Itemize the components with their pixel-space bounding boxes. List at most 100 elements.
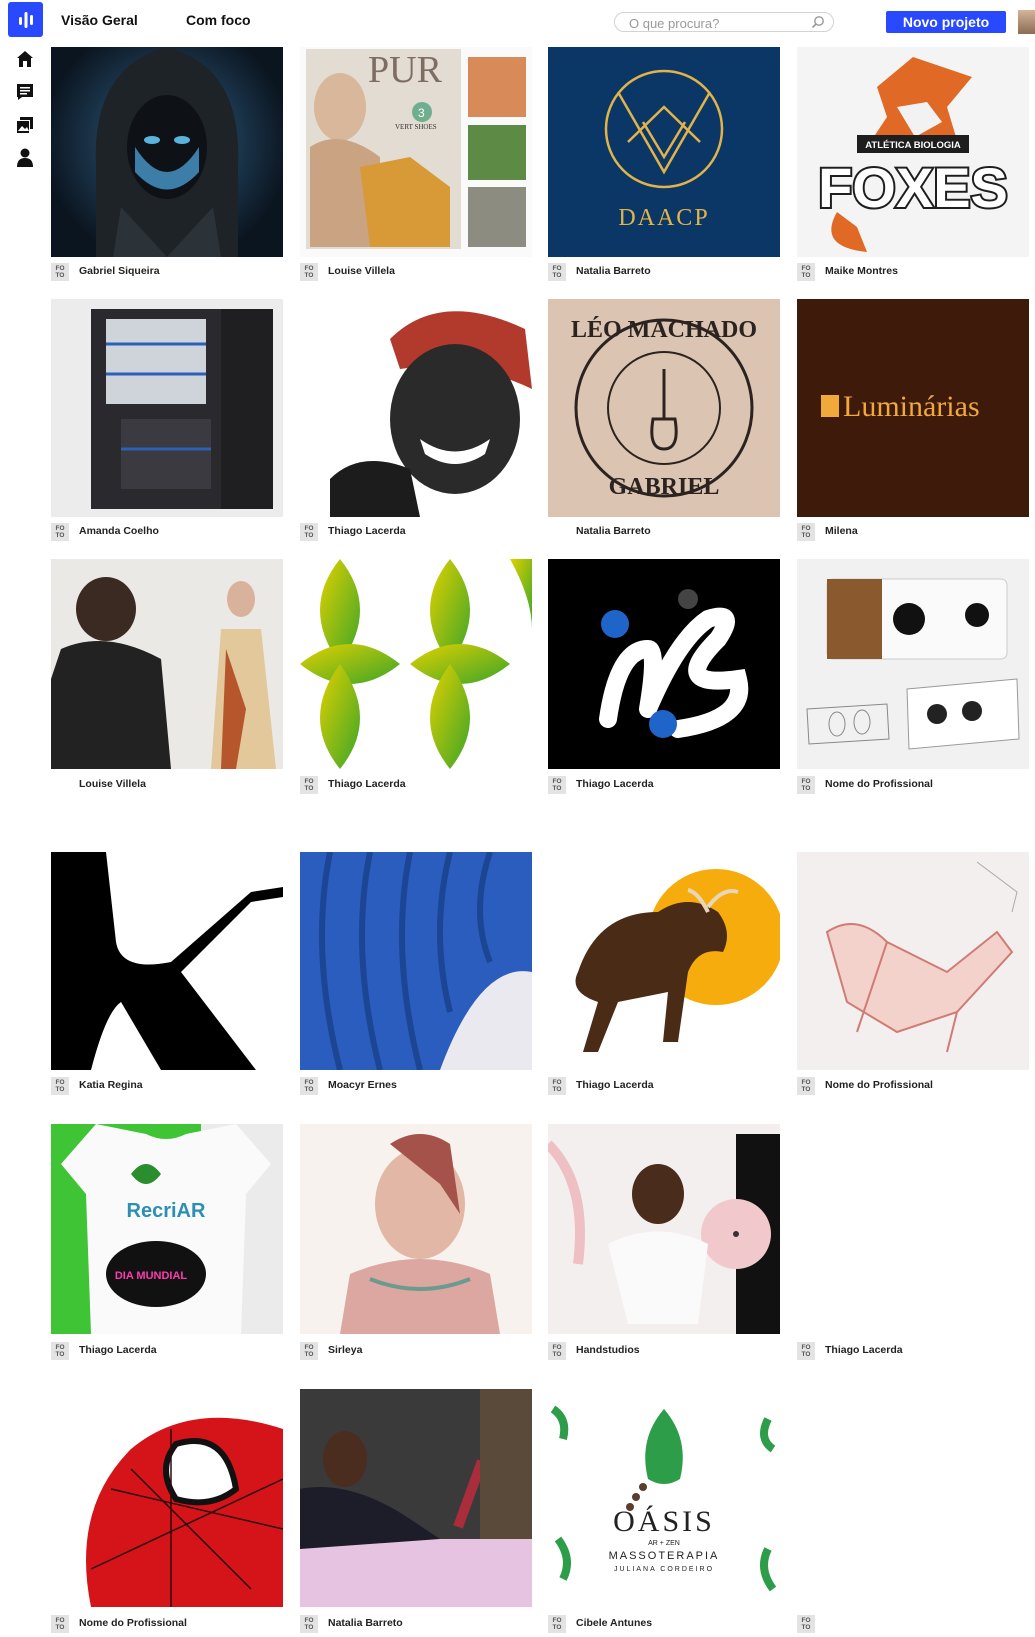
project-thumbnail[interactable] — [300, 852, 532, 1070]
author-name[interactable]: Katia Regina — [79, 1079, 143, 1091]
author-name[interactable]: Milena — [825, 525, 858, 537]
foto-badge: FO TO — [797, 1342, 815, 1360]
logo-bars-icon — [18, 11, 33, 28]
author-name[interactable]: Sirleya — [328, 1344, 362, 1356]
project-thumbnail[interactable]: PUR 3 VERT SHOES — [300, 47, 532, 257]
ns-logo-illustration — [599, 589, 749, 738]
foto-badge: FO TO — [51, 1615, 69, 1633]
project-thumbnail[interactable] — [51, 47, 283, 257]
photoshoot-illustration — [51, 577, 276, 769]
foto-badge: FO TO — [548, 776, 566, 794]
author-name[interactable]: Thiago Lacerda — [328, 778, 406, 790]
image-text: ATLÉTICA BIOLOGIA — [865, 140, 961, 151]
project-thumbnail[interactable] — [300, 1389, 532, 1607]
tshirt-mockup-illustration: RecriAR DIA MUNDIAL — [51, 1124, 271, 1334]
nav-visao-geral[interactable]: Visão Geral — [61, 12, 138, 28]
project-thumbnail[interactable]: Luminárias — [797, 299, 1029, 517]
author-name[interactable]: Gabriel Siqueira — [79, 265, 160, 277]
author-name[interactable]: Natalia Barreto — [576, 525, 651, 537]
nav-com-foco[interactable]: Com foco — [186, 12, 251, 28]
blue-layers-illustration — [300, 852, 532, 1070]
project-thumbnail[interactable]: RecriAR DIA MUNDIAL — [51, 1124, 283, 1334]
foto-badge: FO TO — [548, 1615, 566, 1633]
foto-badge: FO TO — [797, 523, 815, 541]
image-text: RecriAR — [127, 1200, 206, 1222]
luminarias-logo-illustration: Luminárias — [821, 390, 980, 423]
speaker-render-illustration — [806, 578, 1020, 750]
image-text: GABRIEL — [609, 474, 720, 500]
author-name[interactable]: Amanda Coelho — [79, 525, 159, 537]
foto-badge: FO TO — [548, 263, 566, 281]
project-thumbnail[interactable] — [548, 1124, 780, 1334]
project-thumbnail[interactable] — [51, 1389, 283, 1607]
svg-text:DIA MUNDIAL: DIA MUNDIAL — [115, 1270, 188, 1282]
foto-badge: FO TO — [51, 1342, 69, 1360]
search-icon[interactable] — [811, 15, 825, 34]
chair-sketch-illustration — [825, 861, 1018, 1053]
author-name[interactable]: Thiago Lacerda — [825, 1344, 903, 1356]
feed-icon[interactable] — [15, 82, 35, 102]
svg-text:VERT SHOES: VERT SHOES — [395, 123, 437, 131]
author-name[interactable]: Natalia Barreto — [328, 1617, 403, 1629]
project-thumbnail[interactable] — [548, 852, 780, 1070]
image-text: FOXES — [818, 156, 1008, 219]
svg-text:3: 3 — [418, 106, 425, 120]
project-thumbnail[interactable] — [797, 852, 1029, 1070]
foto-badge: FO TO — [300, 523, 318, 541]
search-input[interactable] — [627, 13, 811, 33]
oasis-logo-illustration: OÁSIS AR + ZEN MASSOTERAPIA JULIANA CORD… — [550, 1405, 777, 1592]
image-text: OÁSIS — [613, 1505, 715, 1538]
author-name[interactable]: Louise Villela — [79, 778, 146, 790]
author-name[interactable]: Thiago Lacerda — [328, 525, 406, 537]
foto-badge: FO TO — [797, 1615, 815, 1633]
project-thumbnail[interactable] — [300, 299, 532, 517]
project-thumbnail[interactable] — [51, 299, 283, 517]
foto-badge: FO TO — [300, 776, 318, 794]
app-logo[interactable] — [8, 2, 43, 37]
project-thumbnail[interactable] — [51, 852, 283, 1070]
new-project-button[interactable]: Novo projeto — [886, 11, 1006, 33]
author-name[interactable]: Handstudios — [576, 1344, 640, 1356]
project-thumbnail[interactable]: LÉO MACHADO GABRIEL — [548, 299, 780, 517]
spiderman-illustration — [86, 1417, 283, 1607]
author-name[interactable]: Natalia Barreto — [576, 265, 651, 277]
gallery-icon[interactable] — [15, 115, 35, 135]
image-text: MASSOTERAPIA — [609, 1550, 720, 1562]
foto-badge: FO TO — [51, 263, 69, 281]
author-name[interactable]: Maike Montres — [825, 265, 898, 277]
project-thumbnail[interactable]: ATLÉTICA BIOLOGIA FOXES — [797, 47, 1029, 257]
author-name[interactable]: Moacyr Ernes — [328, 1079, 397, 1091]
author-name[interactable]: Thiago Lacerda — [576, 1079, 654, 1091]
image-text: Luminárias — [843, 390, 980, 423]
author-name[interactable]: Nome do Profissional — [825, 778, 933, 790]
profile-icon[interactable] — [15, 148, 35, 168]
author-name[interactable]: Cibele Antunes — [576, 1617, 652, 1629]
project-thumbnail[interactable] — [300, 1124, 532, 1334]
foto-badge: FO TO — [797, 263, 815, 281]
project-thumbnail[interactable]: OÁSIS AR + ZEN MASSOTERAPIA JULIANA CORD… — [548, 1389, 780, 1607]
foto-badge: FO TO — [300, 1615, 318, 1633]
letter-k-illustration — [51, 852, 283, 1070]
magazine-mockup-illustration: PUR 3 VERT SHOES — [306, 49, 526, 249]
author-name[interactable]: Louise Villela — [328, 265, 395, 277]
hooded-figure-illustration — [95, 47, 239, 257]
foto-badge: FO TO — [300, 1342, 318, 1360]
leo-machado-logo-illustration: LÉO MACHADO GABRIEL — [571, 317, 757, 500]
project-thumbnail[interactable] — [797, 559, 1029, 769]
author-name[interactable]: Thiago Lacerda — [79, 1344, 157, 1356]
image-text: LÉO MACHADO — [571, 317, 757, 343]
foto-badge: FO TO — [548, 1077, 566, 1095]
author-name[interactable]: Nome do Profissional — [825, 1079, 933, 1091]
project-thumbnail[interactable]: DAACP — [548, 47, 780, 257]
project-thumbnail[interactable] — [548, 559, 780, 769]
user-avatar[interactable] — [1018, 10, 1035, 34]
foto-badge: FO TO — [300, 263, 318, 281]
author-name[interactable]: Nome do Profissional — [79, 1617, 187, 1629]
project-thumbnail[interactable] — [300, 559, 532, 769]
project-thumbnail[interactable] — [51, 559, 283, 769]
foto-badge: FO TO — [51, 523, 69, 541]
foto-badge: FO TO — [797, 776, 815, 794]
watercolor-portrait-illustration — [340, 1134, 500, 1334]
author-name[interactable]: Thiago Lacerda — [576, 778, 654, 790]
home-icon[interactable] — [15, 49, 35, 69]
